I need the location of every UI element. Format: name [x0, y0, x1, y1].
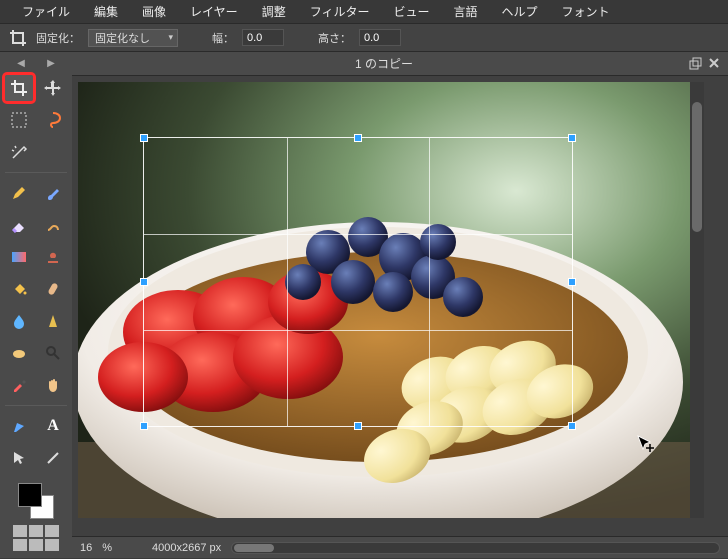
menu-filter[interactable]: フィルター	[298, 0, 382, 24]
tool-gradient[interactable]	[5, 244, 33, 270]
width-label: 幅：	[212, 30, 234, 46]
tool-sponge[interactable]	[5, 340, 33, 366]
crop-handle-bl[interactable]	[140, 422, 148, 430]
tool-brush[interactable]	[39, 180, 67, 206]
tool-heal[interactable]	[39, 276, 67, 302]
menu-edit[interactable]: 編集	[82, 0, 130, 24]
menu-font[interactable]: フォント	[550, 0, 622, 24]
horizontal-scrollbar[interactable]	[231, 542, 720, 554]
tool-marquee[interactable]	[5, 107, 33, 133]
width-input[interactable]	[242, 29, 284, 46]
tool-move[interactable]	[39, 75, 67, 101]
layout-grid-icon[interactable]	[13, 525, 59, 551]
crop-handle-tl[interactable]	[140, 134, 148, 142]
tool-lasso[interactable]	[39, 107, 67, 133]
document-tabbar: 1 のコピー	[72, 52, 728, 76]
canvas-area: 1 のコピー	[72, 52, 728, 558]
fix-label: 固定化：	[36, 30, 80, 46]
fg-color-swatch[interactable]	[18, 483, 42, 507]
menubar: ファイル 編集 画像 レイヤー 調整 フィルター ビュー 言語 ヘルプ フォント	[0, 0, 728, 24]
crop-icon	[8, 28, 28, 48]
tool-wand[interactable]	[5, 139, 33, 165]
document-title[interactable]: 1 のコピー	[80, 55, 688, 72]
tool-crop[interactable]	[5, 75, 33, 101]
horizontal-scrollbar-thumb[interactable]	[234, 544, 274, 552]
canvas[interactable]	[78, 82, 704, 518]
menu-view[interactable]: ビュー	[381, 0, 441, 24]
tool-hand[interactable]	[39, 372, 67, 398]
vertical-scrollbar[interactable]	[690, 82, 704, 518]
zoom-value[interactable]: 16	[80, 542, 92, 554]
crop-handle-mr[interactable]	[568, 278, 576, 286]
toolbox-collapse-right-icon[interactable]: ▶	[47, 58, 55, 69]
tool-bucket[interactable]	[5, 276, 33, 302]
close-icon[interactable]	[708, 57, 720, 71]
menu-help[interactable]: ヘルプ	[490, 0, 550, 24]
tool-blur[interactable]	[5, 308, 33, 334]
options-bar: 固定化： 固定化なし 幅： 高さ：	[0, 24, 728, 52]
tool-sharpen[interactable]	[39, 308, 67, 334]
menu-file[interactable]: ファイル	[10, 0, 82, 24]
tool-eyedrop[interactable]	[5, 372, 33, 398]
tool-stamp[interactable]	[39, 244, 67, 270]
menu-lang[interactable]: 言語	[441, 0, 489, 24]
crop-selection[interactable]	[143, 137, 573, 427]
crop-handle-bm[interactable]	[354, 422, 362, 430]
statusbar: 16 % 4000x2667 px	[72, 536, 728, 558]
toolbox: ◀ ▶	[0, 52, 72, 558]
tool-pointer[interactable]	[5, 445, 33, 471]
image-dimensions: 4000x2667 px	[152, 542, 221, 554]
toolbox-collapse-left-icon[interactable]: ◀	[17, 58, 25, 69]
tool-pen[interactable]	[5, 413, 33, 439]
tool-pencil[interactable]	[5, 180, 33, 206]
crop-handle-ml[interactable]	[140, 278, 148, 286]
tool-line[interactable]	[39, 445, 67, 471]
popout-icon[interactable]	[688, 57, 702, 71]
tool-eraser[interactable]	[5, 212, 33, 238]
menu-adjust[interactable]: 調整	[250, 0, 298, 24]
tool-smudge[interactable]	[39, 212, 67, 238]
cursor-icon	[636, 434, 652, 450]
crop-handle-tr[interactable]	[568, 134, 576, 142]
height-label: 高さ：	[318, 30, 351, 46]
crop-handle-br[interactable]	[568, 422, 576, 430]
menu-image[interactable]: 画像	[130, 0, 178, 24]
height-input[interactable]	[359, 29, 401, 46]
tool-dodge[interactable]	[39, 340, 67, 366]
tool-type[interactable]: A	[39, 413, 67, 439]
menu-layer[interactable]: レイヤー	[178, 0, 250, 24]
color-swatches[interactable]	[18, 483, 54, 519]
vertical-scrollbar-thumb[interactable]	[692, 102, 702, 232]
fix-mode-dropdown[interactable]: 固定化なし	[88, 29, 178, 47]
crop-handle-tm[interactable]	[354, 134, 362, 142]
zoom-unit: %	[102, 542, 112, 554]
